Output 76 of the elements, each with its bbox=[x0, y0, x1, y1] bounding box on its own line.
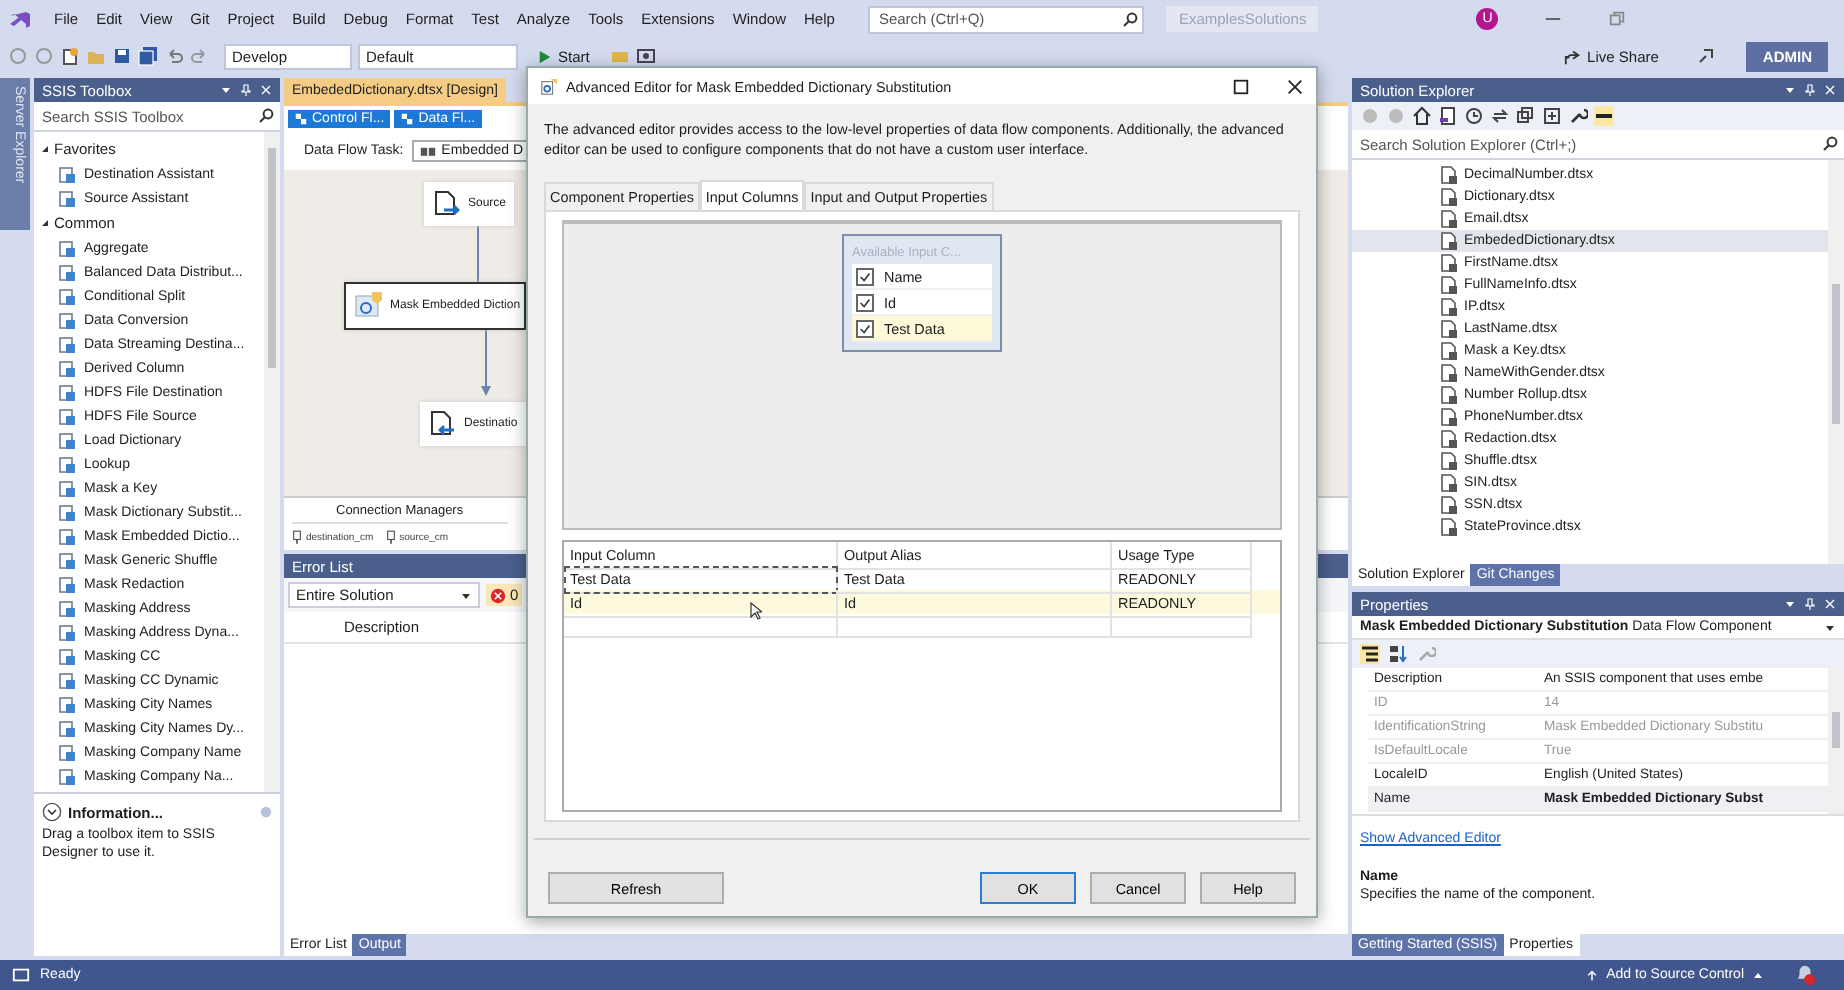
document-icon bbox=[1440, 342, 1458, 360]
scrollbar[interactable] bbox=[264, 132, 280, 792]
dropdown-icon bbox=[1824, 621, 1836, 633]
document-icon bbox=[1440, 408, 1458, 426]
connection-icon bbox=[385, 530, 396, 544]
home-icon[interactable] bbox=[1412, 106, 1432, 126]
output-icon bbox=[12, 966, 30, 984]
sort-icon[interactable] bbox=[1388, 644, 1408, 664]
document-icon bbox=[1440, 474, 1458, 492]
dropdown-icon bbox=[460, 589, 472, 601]
document-icon bbox=[1440, 232, 1458, 250]
info-icon bbox=[260, 806, 272, 818]
upload-icon bbox=[1586, 969, 1599, 981]
connection-icon bbox=[292, 530, 302, 544]
document-icon bbox=[1440, 518, 1458, 536]
table-cell[interactable] bbox=[838, 614, 1112, 639]
close-icon[interactable] bbox=[1286, 77, 1304, 95]
document-icon bbox=[1440, 496, 1458, 514]
share-icon bbox=[1563, 47, 1582, 65]
document-icon bbox=[1440, 276, 1458, 294]
table-cell[interactable] bbox=[564, 614, 838, 639]
search-icon bbox=[258, 108, 274, 124]
transform-icon bbox=[354, 292, 382, 320]
checkbox[interactable] bbox=[856, 319, 874, 338]
collapse-all-icon[interactable] bbox=[1516, 106, 1536, 126]
mouse-pointer-icon bbox=[750, 602, 762, 621]
task-icon bbox=[419, 144, 436, 158]
collapse-icon[interactable] bbox=[42, 802, 62, 822]
document-icon bbox=[1440, 430, 1458, 448]
pin-icon[interactable] bbox=[1804, 598, 1816, 610]
screenshot-icon[interactable] bbox=[635, 46, 656, 66]
document-icon bbox=[1440, 210, 1458, 228]
notification-icon[interactable] bbox=[1794, 964, 1816, 986]
document-icon bbox=[1440, 386, 1458, 404]
categorized-icon[interactable] bbox=[1360, 644, 1380, 664]
feedback-icon[interactable] bbox=[1696, 46, 1717, 66]
document-icon bbox=[1440, 452, 1458, 470]
expander-icon[interactable] bbox=[42, 220, 48, 226]
document-arrow-icon bbox=[432, 190, 460, 218]
scrollbar[interactable] bbox=[1828, 668, 1844, 814]
dropdown-icon[interactable] bbox=[1784, 598, 1796, 610]
checkbox[interactable] bbox=[856, 267, 874, 286]
caret-icon bbox=[1752, 969, 1764, 981]
search-icon bbox=[1122, 11, 1139, 27]
document-icon bbox=[1440, 364, 1458, 382]
save-all-icon[interactable] bbox=[138, 46, 158, 66]
restore-icon[interactable] bbox=[1608, 10, 1627, 28]
new-project-icon[interactable] bbox=[60, 46, 80, 66]
vs-logo-icon[interactable] bbox=[8, 7, 32, 31]
pin-icon[interactable] bbox=[240, 84, 252, 96]
diagram-icon bbox=[400, 112, 415, 126]
save-icon[interactable] bbox=[112, 46, 132, 66]
show-all-icon[interactable] bbox=[1542, 106, 1562, 126]
flow-arrow bbox=[480, 326, 492, 398]
maximize-icon[interactable] bbox=[1232, 77, 1250, 95]
scrollbar[interactable] bbox=[1828, 160, 1844, 564]
document-icon bbox=[1440, 166, 1458, 184]
expander-icon[interactable] bbox=[42, 146, 48, 152]
editor-icon bbox=[540, 77, 558, 95]
undo-icon[interactable] bbox=[164, 46, 184, 66]
dropdown-icon[interactable] bbox=[220, 84, 232, 96]
history-icon[interactable] bbox=[1464, 106, 1484, 126]
document-icon bbox=[1440, 320, 1458, 338]
refresh-icon[interactable] bbox=[1490, 106, 1510, 126]
pin-icon[interactable] bbox=[1804, 84, 1816, 96]
document-arrow-icon bbox=[428, 410, 456, 438]
search-icon bbox=[1822, 136, 1838, 152]
diagram-icon bbox=[294, 112, 308, 126]
document-icon bbox=[1440, 254, 1458, 272]
error-icon bbox=[490, 587, 506, 603]
wrench-icon[interactable] bbox=[1568, 106, 1588, 126]
dropdown-icon[interactable] bbox=[1784, 84, 1796, 96]
document-icon bbox=[1440, 298, 1458, 316]
document-icon bbox=[1440, 188, 1458, 206]
checkbox[interactable] bbox=[856, 293, 874, 312]
table-cell[interactable] bbox=[1112, 614, 1252, 639]
